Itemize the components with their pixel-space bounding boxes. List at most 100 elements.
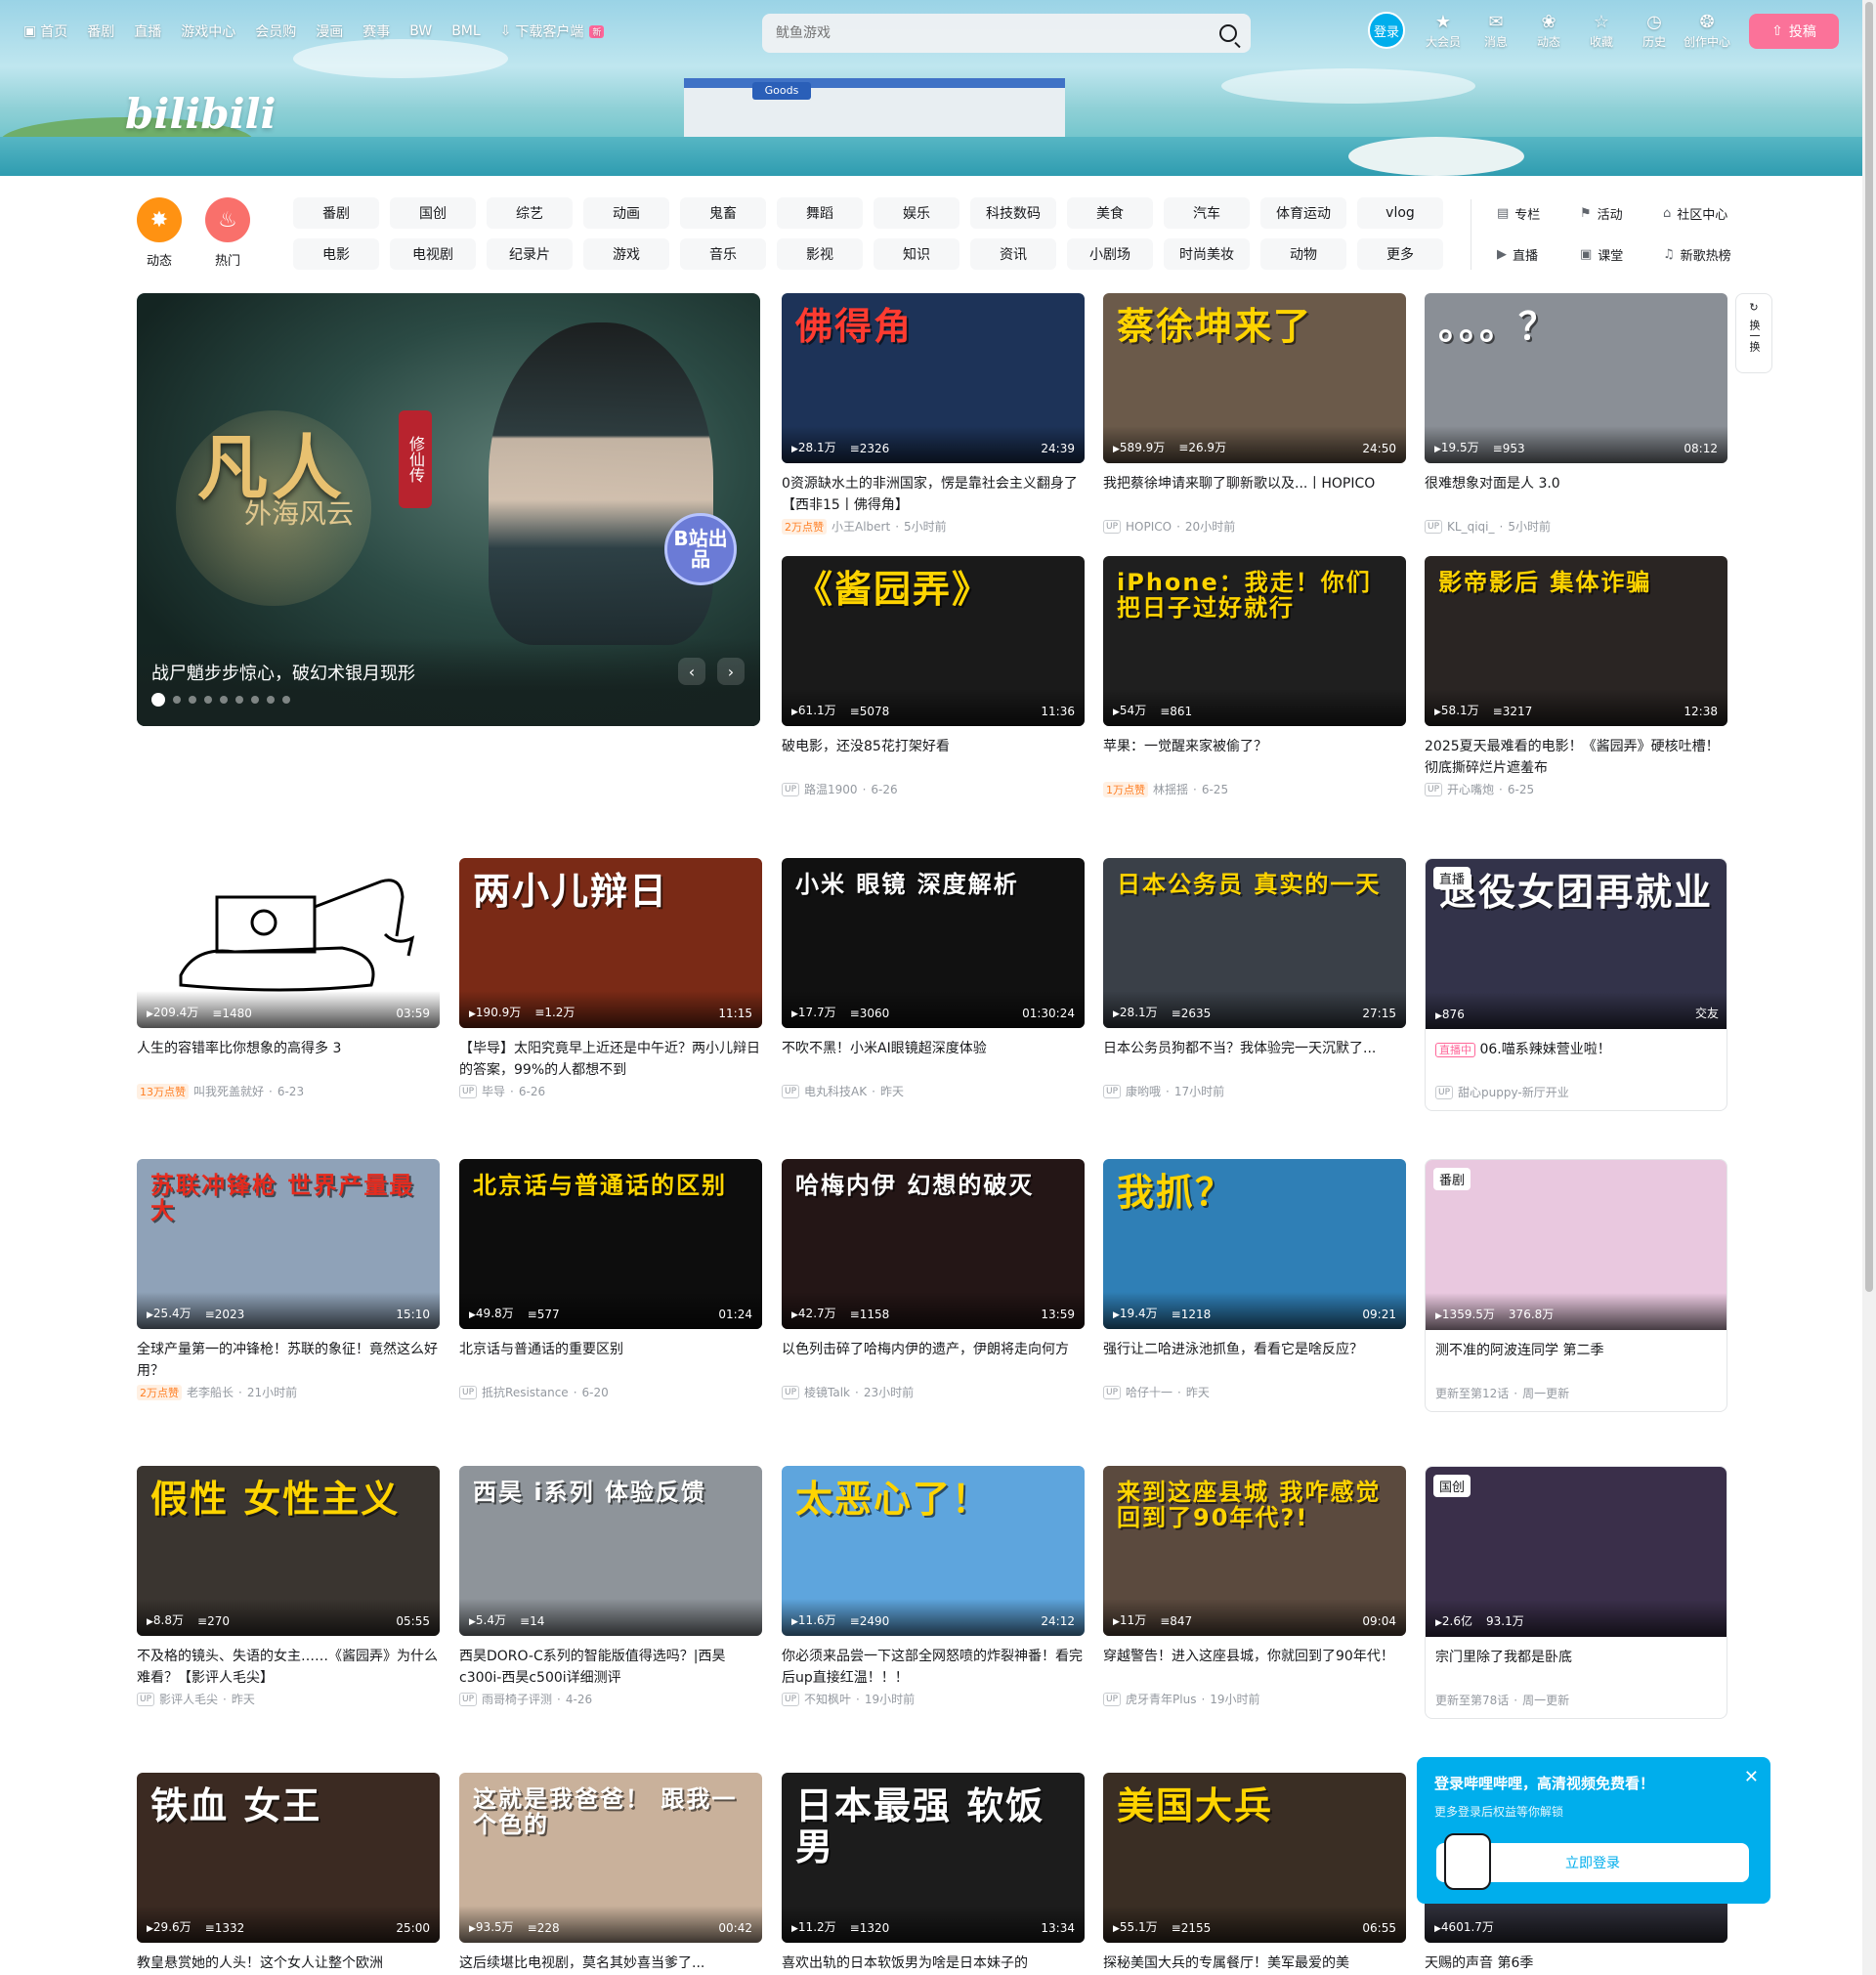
video-title[interactable]: 教皇悬赏她的人头！这个女人让整个欧洲: [137, 1953, 440, 1975]
video-thumbnail[interactable]: 苏联冲锋枪 世界产量最大 25.4万 2023 15:10: [137, 1159, 440, 1329]
nav-right-item-3[interactable]: ☆ 收藏: [1575, 12, 1628, 50]
video-thumbnail[interactable]: 日本最强 软饭男 11.2万 1320 13:34: [782, 1773, 1085, 1943]
video-title[interactable]: 北京话与普通话的重要区别: [459, 1339, 762, 1382]
channel-pill[interactable]: 纪录片: [487, 238, 573, 270]
search-input[interactable]: [776, 25, 1219, 41]
channel-pill[interactable]: 电影: [293, 238, 379, 270]
video-thumbnail[interactable]: 。。。？ 19.5万 953 08:12: [1425, 293, 1727, 463]
channel-pill[interactable]: 娱乐: [874, 197, 959, 229]
video-title[interactable]: 我把蔡徐坤请来聊了聊新歌以及...丨HOPICO: [1103, 473, 1406, 516]
video-card[interactable]: 。。。？19.5万95308:12很难想象对面是人 3.0UPKL_qiqi_·…: [1425, 293, 1727, 535]
video-card[interactable]: 蔡徐坤来了 589.9万 26.9万 24:50 我把蔡徐坤请来聊了聊新歌以及...丨H…: [1103, 293, 1406, 535]
hero-caption[interactable]: 战尸魈步步惊心，破幻术银月现形: [151, 660, 415, 685]
video-title[interactable]: 人生的容错率比你想象的高得多 3: [137, 1038, 440, 1081]
video-title[interactable]: 探秘美国大兵的专属餐厅！美军最爱的美: [1103, 1953, 1406, 1975]
video-thumbnail[interactable]: 我抓？ 19.4万 1218 09:21: [1103, 1159, 1406, 1329]
page-scrollbar[interactable]: [1862, 0, 1876, 1975]
channel-hot[interactable]: ♨ 热门: [205, 197, 250, 269]
video-title[interactable]: 你必须来品尝一下这部全网怒喷的炸裂神番！看完后up直接红温！！！: [782, 1646, 1085, 1689]
video-thumbnail[interactable]: 《酱园弄》 61.1万 5078 11:36: [782, 556, 1085, 726]
nav-item-0[interactable]: ▣ 首页: [23, 21, 67, 41]
video-title[interactable]: 破电影，还没85花打架好看: [782, 736, 1085, 779]
channel-pill[interactable]: 知识: [874, 238, 959, 270]
video-thumbnail[interactable]: 北京话与普通话的区别 49.8万 577 01:24: [459, 1159, 762, 1329]
channel-pill[interactable]: 影视: [777, 238, 863, 270]
channel-pill[interactable]: 音乐: [680, 238, 766, 270]
channel-pill[interactable]: 鬼畜: [680, 197, 766, 229]
nav-right-item-5[interactable]: ❂ 创作中心: [1681, 12, 1733, 50]
hero-dot[interactable]: [173, 696, 181, 704]
uploader-name[interactable]: 老李船长: [187, 1384, 234, 1400]
hero-dot[interactable]: [151, 693, 165, 707]
channel-pill[interactable]: 国创: [390, 197, 476, 229]
video-card[interactable]: 铁血 女王 29.6万 1332 25:00 教皇悬赏她的人头！这个女人让整个欧洲: [137, 1773, 440, 1975]
video-title[interactable]: 苹果：一觉醒来家被偷了？: [1103, 736, 1406, 779]
video-title[interactable]: 【毕导】太阳究竟早上近还是中午近？两小儿辩日的答案，99%的人都想不到: [459, 1038, 762, 1081]
hero-dot[interactable]: [267, 696, 275, 704]
video-title[interactable]: 喜欢出轨的日本软饭男为啥是日本妹子的: [782, 1953, 1085, 1975]
uploader-name[interactable]: 甜心puppy-新厅开业: [1458, 1084, 1569, 1100]
hero-dot[interactable]: [251, 696, 259, 704]
nav-right-item-2[interactable]: ❀ 动态: [1522, 12, 1575, 50]
video-title[interactable]: 全球产量第一的冲锋枪！苏联的象征！竟然这么好用？: [137, 1339, 440, 1382]
hero-dot[interactable]: [220, 696, 228, 704]
uploader-name[interactable]: 雨哥椅子评测: [482, 1691, 552, 1707]
video-card[interactable]: 我抓？ 19.4万 1218 09:21 强行让二哈进泳池抓鱼，看看它是啥反应？ UP 哈仔…: [1103, 1159, 1406, 1400]
video-thumbnail[interactable]: 209.4万 1480 03:59: [137, 858, 440, 1028]
nav-item-5[interactable]: 漫画: [316, 21, 343, 41]
hero-dot[interactable]: [235, 696, 243, 704]
video-thumbnail[interactable]: 西昊 i系列 体验反馈 5.4万 14: [459, 1466, 762, 1636]
nav-right-item-0[interactable]: ★ 大会员: [1417, 12, 1470, 50]
nav-item-4[interactable]: 会员购: [255, 21, 296, 41]
video-card[interactable]: 来到这座县城 我咋感觉回到了90年代?! 11万 847 09:04 穿越警告！进入这座…: [1103, 1466, 1406, 1707]
uploader-name[interactable]: 抵抗Resistance: [482, 1384, 569, 1400]
uploader-name[interactable]: 路温1900: [804, 781, 858, 797]
video-thumbnail[interactable]: 两小儿辩日 190.9万 1.2万 11:15: [459, 858, 762, 1028]
side-link[interactable]: ⌂ 社区中心: [1663, 197, 1741, 229]
video-thumbnail[interactable]: 哈梅内伊 幻想的破灭 42.7万 1158 13:59: [782, 1159, 1085, 1329]
nav-item-1[interactable]: 番剧: [87, 21, 114, 41]
uploader-name[interactable]: 开心嘴炮: [1447, 781, 1494, 797]
video-card[interactable]: 这就是我爸爸！ 跟我一个色的 93.5万 228 00:42 这后续堪比电视剧，莫名其妙…: [459, 1773, 762, 1975]
video-title[interactable]: 不及格的镜头、失语的女主……《酱园弄》为什么难看？【影评人毛尖】: [137, 1646, 440, 1689]
uploader-name[interactable]: 叫我死盖就好: [193, 1083, 264, 1099]
video-card[interactable]: 西昊 i系列 体验反馈 5.4万 14 西昊DORO-C系列的智能版值得选吗？|西昊c…: [459, 1466, 762, 1707]
refresh-button[interactable]: ↻ 换一换: [1735, 293, 1772, 373]
uploader-name[interactable]: 影评人毛尖: [159, 1691, 218, 1707]
side-link[interactable]: ♫ 新歌热榜: [1663, 238, 1741, 270]
channel-pill[interactable]: 小剧场: [1067, 238, 1153, 270]
uploader-name[interactable]: 毕导: [482, 1083, 505, 1099]
close-icon[interactable]: ✕: [1744, 1767, 1759, 1787]
video-thumbnail[interactable]: 蔡徐坤来了 589.9万 26.9万 24:50: [1103, 293, 1406, 463]
nav-item-2[interactable]: 直播: [134, 21, 161, 41]
channel-pill[interactable]: 舞蹈: [777, 197, 863, 229]
nav-item-8[interactable]: BML: [451, 21, 480, 41]
bilibili-logo[interactable]: bilibili: [125, 90, 276, 138]
video-card[interactable]: 日本最强 软饭男 11.2万 1320 13:34 喜欢出轨的日本软饭男为啥是日本妹子的: [782, 1773, 1085, 1975]
video-thumbnail[interactable]: 假性 女性主义 8.8万 270 05:55: [137, 1466, 440, 1636]
channel-pill[interactable]: 动画: [583, 197, 669, 229]
channel-pill[interactable]: 资讯: [970, 238, 1056, 270]
nav-item-9[interactable]: ⇩ 下载客户端新: [500, 21, 605, 41]
channel-pill[interactable]: 电视剧: [390, 238, 476, 270]
video-thumbnail[interactable]: iPhone：我走！你们把日子过好就行 54万 861: [1103, 556, 1406, 726]
video-card[interactable]: 209.4万 1480 03:59 人生的容错率比你想象的高得多 3 13万点赞叫我死盖…: [137, 858, 440, 1099]
video-title[interactable]: 很难想象对面是人 3.0: [1425, 473, 1727, 516]
video-card[interactable]: iPhone：我走！你们把日子过好就行 54万 861 苹果：一觉醒来家被偷了？ 1万点…: [1103, 556, 1406, 797]
video-title[interactable]: 宗门里除了我都是卧底: [1426, 1647, 1727, 1690]
uploader-name[interactable]: 不知枫叶: [804, 1691, 851, 1707]
hero-dot[interactable]: [189, 696, 196, 704]
channel-pill[interactable]: vlog: [1357, 197, 1443, 229]
hero-dot[interactable]: [204, 696, 212, 704]
video-thumbnail[interactable]: 太恶心了！ 11.6万 2490 24:12: [782, 1466, 1085, 1636]
uploader-name[interactable]: KL_qiqi_: [1447, 520, 1494, 534]
video-card[interactable]: 日本公务员 真实的一天 28.1万 2635 27:15 日本公务员狗都不当？我体验完一…: [1103, 858, 1406, 1099]
channel-pill[interactable]: 动物: [1260, 238, 1346, 270]
video-card[interactable]: 哈梅内伊 幻想的破灭 42.7万 1158 13:59 以色列击碎了哈梅内伊的遗产，伊朗…: [782, 1159, 1085, 1400]
channel-pill[interactable]: 综艺: [487, 197, 573, 229]
video-thumbnail[interactable]: 番剧 1359.5万 376.8万: [1426, 1160, 1727, 1330]
video-card[interactable]: 苏联冲锋枪 世界产量最大 25.4万 2023 15:10 全球产量第一的冲锋枪！苏联的…: [137, 1159, 440, 1400]
hero-dot[interactable]: [282, 696, 290, 704]
bangumi-card[interactable]: 国创 2.6亿 93.1万宗门里除了我都是卧底更新至第78话 · 周一更新: [1425, 1466, 1727, 1719]
hero-carousel[interactable]: 凡人 外海风云 修仙传 B站出品 战尸魈步步惊心，破幻术银月现形 ‹ ›: [137, 293, 760, 726]
